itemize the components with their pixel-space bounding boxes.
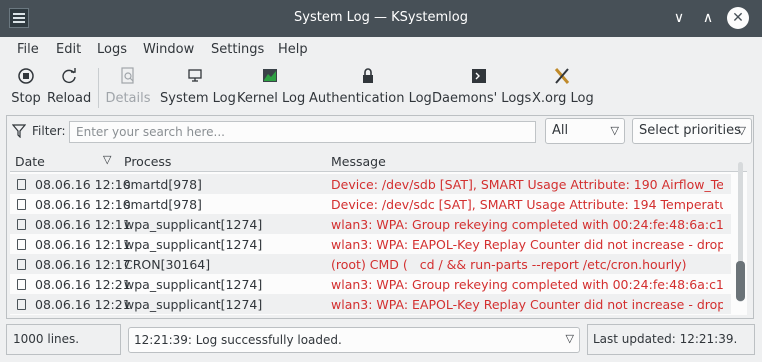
sort-indicator-icon: ▽ bbox=[103, 153, 112, 166]
table-row[interactable]: 08.06.16 12:21 wpa_supplicant[1274] wlan… bbox=[10, 274, 731, 294]
log-entry-icon bbox=[17, 199, 26, 210]
log-entry-icon bbox=[17, 219, 26, 230]
stop-icon bbox=[17, 67, 35, 85]
chevron-down-icon: ▽ bbox=[737, 124, 746, 137]
row-process: wpa_supplicant[1274] bbox=[124, 297, 263, 312]
lock-icon bbox=[359, 67, 377, 85]
daemons-logs-label: Daemons' Logs bbox=[432, 91, 532, 106]
details-icon bbox=[119, 67, 137, 85]
row-message: (root) CMD ( cd / && run-parts --report … bbox=[331, 257, 687, 272]
row-date: 08.06.16 12:10 bbox=[35, 177, 131, 192]
table-row[interactable]: 08.06.16 12:10 smartd[978] Device: /dev/… bbox=[10, 194, 731, 214]
menu-help[interactable]: Help bbox=[278, 42, 308, 57]
menu-settings[interactable]: Settings bbox=[211, 42, 264, 57]
menu-logs[interactable]: Logs bbox=[97, 42, 127, 57]
row-process: wpa_supplicant[1274] bbox=[124, 277, 263, 292]
toolbar-separator bbox=[98, 68, 99, 108]
row-message: wlan3: WPA: Group rekeying completed wit… bbox=[331, 217, 723, 232]
xorg-log-button[interactable]: X.org Log bbox=[532, 64, 594, 110]
authentication-log-label: Authentication Log bbox=[309, 91, 432, 106]
row-process: wpa_supplicant[1274] bbox=[124, 237, 263, 252]
status-history-select[interactable]: 12:21:39: Log successfully loaded. ▽ bbox=[128, 327, 580, 353]
row-date: 08.06.16 12:10 bbox=[35, 197, 131, 212]
line-count: 1000 lines. bbox=[13, 332, 80, 346]
chevron-down-icon: ▽ bbox=[610, 124, 619, 137]
column-header-date[interactable]: Date bbox=[15, 154, 45, 169]
column-header-process[interactable]: Process bbox=[124, 154, 171, 169]
log-entry-icon bbox=[17, 259, 26, 270]
row-date: 08.06.16 12:11 bbox=[35, 237, 131, 252]
menu-bar: File Edit Logs Window Settings Help bbox=[0, 37, 762, 61]
vertical-scrollbar[interactable] bbox=[735, 162, 746, 302]
column-header-message[interactable]: Message bbox=[331, 154, 386, 169]
row-process: wpa_supplicant[1274] bbox=[124, 217, 263, 232]
log-entry-icon bbox=[17, 299, 26, 310]
priority-select[interactable]: Select priorities ▽ bbox=[632, 118, 752, 144]
row-date: 08.06.16 12:21 bbox=[35, 297, 131, 312]
reload-icon bbox=[60, 67, 78, 85]
row-message: wlan3: WPA: EAPOL-Key Replay Counter did… bbox=[331, 297, 723, 312]
window-title: System Log — KSystemlog bbox=[294, 10, 468, 25]
log-table[interactable]: Date ▽ Process Message 08.06.16 12:10 sm… bbox=[10, 150, 747, 315]
log-entry-icon bbox=[17, 239, 26, 250]
row-process: CRON[30164] bbox=[124, 257, 211, 272]
row-message: wlan3: WPA: EAPOL-Key Replay Counter did… bbox=[331, 237, 723, 252]
toolbar: Stop Reload Details System Log Kernel Lo… bbox=[0, 62, 762, 112]
kernel-log-button[interactable]: Kernel Log bbox=[237, 64, 306, 110]
status-message: 12:21:39: Log successfully loaded. bbox=[134, 333, 342, 347]
system-log-label: System Log bbox=[160, 91, 236, 106]
table-row[interactable]: 08.06.16 12:11 wpa_supplicant[1274] wlan… bbox=[10, 214, 731, 234]
row-message: Device: /dev/sdc [SAT], SMART Usage Attr… bbox=[331, 197, 723, 212]
row-date: 08.06.16 12:11 bbox=[35, 217, 131, 232]
maximize-button[interactable]: ∧ bbox=[697, 7, 719, 29]
log-entry-icon bbox=[17, 279, 26, 290]
reload-button[interactable]: Reload bbox=[47, 64, 91, 110]
log-entry-icon bbox=[17, 179, 26, 190]
line-count-panel: 1000 lines. bbox=[6, 324, 121, 355]
table-row[interactable]: 08.06.16 12:11 wpa_supplicant[1274] wlan… bbox=[10, 234, 731, 254]
table-row[interactable]: 08.06.16 12:10 smartd[978] Device: /dev/… bbox=[10, 174, 731, 194]
table-row[interactable]: 08.06.16 12:21 wpa_supplicant[1274] wlan… bbox=[10, 294, 731, 314]
filter-label: Filter: bbox=[32, 124, 66, 138]
priority-select-value: Select priorities bbox=[639, 123, 741, 138]
row-process: smartd[978] bbox=[124, 197, 202, 212]
column-select[interactable]: All ▽ bbox=[545, 118, 625, 144]
xorg-log-label: X.org Log bbox=[532, 91, 594, 106]
table-header: Date ▽ Process Message bbox=[10, 150, 747, 172]
reload-label: Reload bbox=[47, 91, 92, 106]
close-button[interactable]: ✕ bbox=[727, 7, 749, 29]
row-message: wlan3: WPA: Group rekeying completed wit… bbox=[331, 277, 723, 292]
xorg-icon bbox=[553, 67, 571, 85]
title-bar: System Log — KSystemlog ∨ ∧ ✕ bbox=[0, 0, 762, 37]
kernel-icon bbox=[261, 67, 279, 85]
column-select-value: All bbox=[552, 123, 569, 138]
chevron-down-icon: ▽ bbox=[565, 332, 574, 345]
menu-edit[interactable]: Edit bbox=[56, 42, 81, 57]
row-date: 08.06.16 12:21 bbox=[35, 277, 131, 292]
scrollbar-thumb[interactable] bbox=[736, 261, 745, 301]
authentication-log-button[interactable]: Authentication Log bbox=[309, 64, 432, 110]
daemons-logs-button[interactable]: Daemons' Logs bbox=[432, 64, 532, 110]
search-input[interactable] bbox=[69, 121, 536, 143]
details-button[interactable]: Details bbox=[105, 64, 151, 110]
row-message: Device: /dev/sdb [SAT], SMART Usage Attr… bbox=[331, 177, 723, 192]
menu-file[interactable]: File bbox=[17, 42, 39, 57]
last-updated-panel: Last updated: 12:21:39. bbox=[587, 324, 755, 355]
last-updated: Last updated: 12:21:39. bbox=[593, 332, 738, 346]
monitor-icon bbox=[186, 67, 204, 85]
minimize-button[interactable]: ∨ bbox=[668, 7, 690, 29]
filter-icon bbox=[11, 124, 27, 139]
table-row[interactable]: 08.06.16 12:17 CRON[30164] (root) CMD ( … bbox=[10, 254, 731, 274]
details-label: Details bbox=[105, 91, 151, 106]
stop-label: Stop bbox=[11, 91, 41, 106]
stop-button[interactable]: Stop bbox=[8, 64, 44, 110]
kernel-log-label: Kernel Log bbox=[237, 91, 306, 106]
system-log-button[interactable]: System Log bbox=[160, 64, 236, 110]
menu-window[interactable]: Window bbox=[143, 42, 194, 57]
row-date: 08.06.16 12:17 bbox=[35, 257, 131, 272]
row-process: smartd[978] bbox=[124, 177, 202, 192]
terminal-icon bbox=[470, 67, 488, 85]
